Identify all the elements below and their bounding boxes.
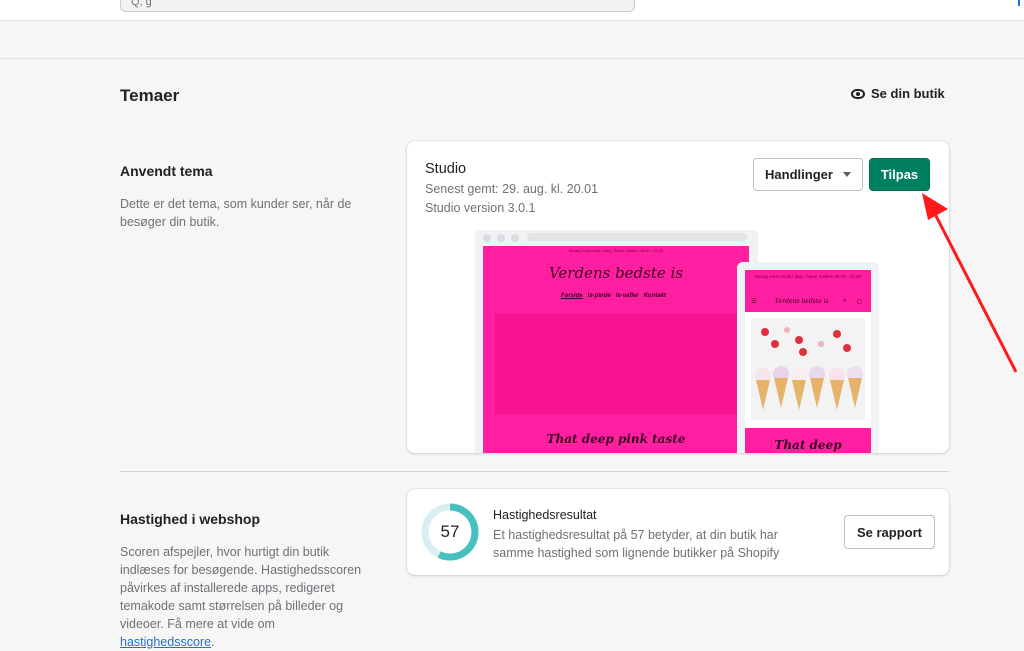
menu-icon: ☰ xyxy=(751,299,757,305)
actions-label: Handlinger xyxy=(765,167,833,182)
speed-result-title: Hastighedsresultat xyxy=(493,508,597,522)
theme-card: Studio Senest gemt: 29. aug. kl. 20.01 S… xyxy=(407,141,949,453)
eye-icon xyxy=(851,88,865,99)
top-bar-edge-icon xyxy=(1018,0,1020,6)
mobile-announcement: Besøg vores butik i dag | Åbent mellem 0… xyxy=(745,270,871,292)
search-input[interactable]: Q, g xyxy=(120,0,635,12)
mobile-logo: Verdens bedste is xyxy=(775,298,829,305)
browser-url-bar xyxy=(527,233,747,241)
search-text: Q, g xyxy=(131,0,152,8)
scoops xyxy=(755,366,863,384)
desktop-tagline: That deep pink taste xyxy=(546,432,686,446)
theme-name: Studio xyxy=(425,161,467,177)
desktop-nav: Forside Is-pinde Is-vafler Kontakt xyxy=(561,293,666,299)
theme-version: Studio version 3.0.1 xyxy=(425,201,536,215)
browser-dots xyxy=(483,234,519,242)
section-divider xyxy=(120,471,949,472)
theme-saved: Senest gemt: 29. aug. kl. 20.01 xyxy=(425,182,599,196)
desktop-screen: Besøg vores butik i dag | Åbent mellem 0… xyxy=(483,246,749,453)
speed-card: 57 Hastighedsresultat Et hastighedsresul… xyxy=(407,489,949,575)
page-title: Temaer xyxy=(120,86,180,105)
ice-cream-cones-illustration xyxy=(755,327,863,410)
actions-button[interactable]: Handlinger xyxy=(753,158,863,191)
current-theme-title: Anvendt tema xyxy=(120,163,213,179)
desktop-nav-item: Forside xyxy=(561,293,583,299)
desktop-nav-item: Is-pinde xyxy=(587,293,611,299)
cones xyxy=(756,378,862,410)
mobile-header: ☰ Verdens bedste is ⌕ ◻ xyxy=(745,292,871,312)
speed-section-title: Hastighed i webshop xyxy=(120,511,261,527)
search-icon: ⌕ xyxy=(843,298,847,304)
header-divider xyxy=(0,58,1024,59)
desktop-logo: Verdens bedste is xyxy=(548,264,684,282)
customize-button[interactable]: Tilpas xyxy=(869,158,930,191)
speed-score-link[interactable]: hastighedsscore xyxy=(120,635,211,649)
desktop-preview: Besøg vores butik i dag | Åbent mellem 0… xyxy=(475,230,758,453)
desktop-nav-item: Kontakt xyxy=(643,293,667,299)
speed-description-text: Scoren afspejler, hvor hurtigt din butik… xyxy=(120,545,362,631)
top-bar: Q, g xyxy=(0,0,1024,21)
desktop-announcement: Besøg vores butik i dag | Åbent mellem 0… xyxy=(568,248,664,253)
strawberries xyxy=(761,327,851,356)
cart-icon: ◻ xyxy=(857,299,862,305)
speed-score: 57 xyxy=(440,522,460,541)
desktop-nav-item: Is-vafler xyxy=(615,293,639,299)
caret-down-icon xyxy=(842,172,851,177)
speed-description-end: . xyxy=(211,635,215,649)
mobile-screen: Besøg vores butik i dag | Åbent mellem 0… xyxy=(745,270,871,453)
current-theme-description: Dette er det tema, som kunder ser, når d… xyxy=(120,197,352,229)
desktop-hero xyxy=(495,314,737,414)
view-store-link[interactable]: Se din butik xyxy=(851,86,945,101)
view-store-label: Se din butik xyxy=(871,86,945,101)
speed-section-description: Scoren afspejler, hvor hurtigt din butik… xyxy=(120,543,365,651)
view-report-button[interactable]: Se rapport xyxy=(844,515,935,549)
mobile-tagline: That deep xyxy=(745,428,871,453)
mobile-preview: Besøg vores butik i dag | Åbent mellem 0… xyxy=(737,262,879,453)
ice-cream-image xyxy=(751,318,865,420)
speed-result-description: Et hastighedsresultat på 57 betyder, at … xyxy=(493,528,780,560)
